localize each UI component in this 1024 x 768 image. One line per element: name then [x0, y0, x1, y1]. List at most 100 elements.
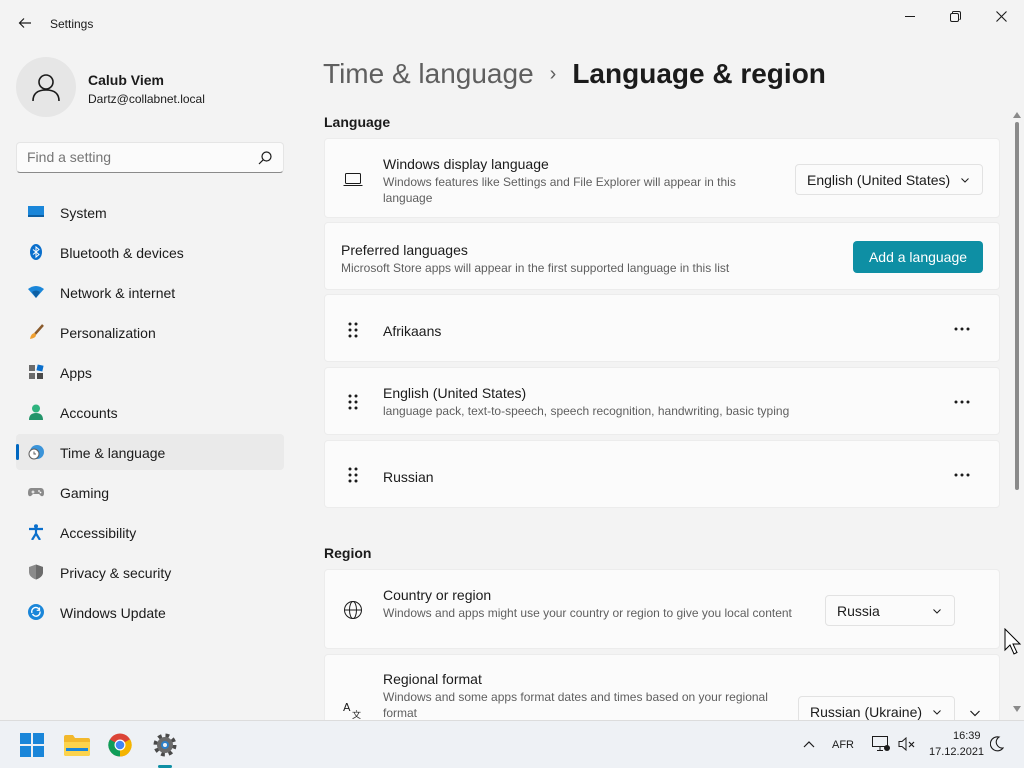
sidebar-item-privacy-security[interactable]: Privacy & security [16, 554, 284, 590]
language-name: English (United States) [383, 385, 527, 401]
scroll-down-icon[interactable] [1013, 706, 1021, 712]
wifi-icon [28, 284, 44, 300]
preferred-languages-desc: Microsoft Store apps will appear in the … [341, 261, 730, 275]
display-language-title: Windows display language [383, 156, 549, 172]
scroll-up-icon[interactable] [1013, 112, 1021, 118]
breadcrumb-chevron-icon: › [549, 62, 557, 85]
bluetooth-icon [28, 244, 44, 260]
regional-format-value: Russian (Ukraine) [810, 704, 923, 720]
monitor-icon [28, 204, 44, 220]
sidebar-nav: System Bluetooth & devices Network & int… [16, 194, 284, 634]
search-input[interactable] [27, 149, 247, 165]
sidebar-item-bluetooth-devices[interactable]: Bluetooth & devices [16, 234, 284, 270]
country-region-value: Russia [837, 603, 880, 619]
shield-icon [28, 564, 44, 580]
avatar [16, 57, 76, 117]
search-icon[interactable] [257, 150, 273, 166]
language-item-russian[interactable]: Russian [324, 440, 1000, 508]
breadcrumb-parent[interactable]: Time & language [323, 58, 534, 90]
language-item-english[interactable]: English (United States) language pack, t… [324, 367, 1000, 435]
sidebar-item-network-internet[interactable]: Network & internet [16, 274, 284, 310]
more-options-icon[interactable] [953, 326, 971, 332]
show-hidden-icons-chevron-icon[interactable] [803, 740, 815, 748]
regional-format-desc: Windows and some apps format dates and t… [383, 690, 768, 720]
sidebar-item-windows-update[interactable]: Windows Update [16, 594, 284, 630]
sidebar-item-gaming[interactable]: Gaming [16, 474, 284, 510]
more-options-icon[interactable] [953, 472, 971, 478]
input-language-indicator[interactable]: AFR [832, 739, 854, 751]
regional-format-title: Regional format [383, 671, 482, 687]
display-language-desc: Windows features like Settings and File … [383, 175, 736, 205]
settings-gear-icon[interactable] [151, 731, 179, 759]
sidebar-item-personalization[interactable]: Personalization [16, 314, 284, 350]
expand-chevron-icon[interactable] [969, 707, 981, 719]
display-language-card: Windows display language Windows feature… [324, 138, 1000, 218]
regional-format-icon: A文 [343, 699, 363, 719]
scroll-thumb[interactable] [1015, 122, 1019, 490]
apps-icon [28, 364, 44, 380]
person-avatar-icon [32, 74, 60, 102]
more-options-icon[interactable] [953, 399, 971, 405]
back-button[interactable] [14, 12, 36, 34]
drag-handle-icon[interactable] [345, 321, 361, 341]
taskbar: AFR 16:39 17.12.2021 [0, 720, 1024, 768]
display-language-value: English (United States) [807, 172, 951, 188]
network-icon[interactable] [872, 736, 890, 752]
search-box[interactable] [16, 142, 284, 173]
update-icon [28, 604, 44, 620]
chevron-down-icon [961, 178, 969, 183]
volume-muted-icon[interactable] [898, 737, 916, 751]
chevron-down-icon [933, 609, 941, 614]
region-section-title: Region [324, 545, 372, 561]
close-icon [995, 10, 1007, 22]
user-name: Calub Viem [88, 72, 164, 88]
mouse-cursor-icon [1004, 628, 1022, 655]
country-region-card: Country or region Windows and apps might… [324, 569, 1000, 649]
sidebar-item-system[interactable]: System [16, 194, 284, 230]
language-features: language pack, text-to-speech, speech re… [383, 404, 790, 418]
language-item-afrikaans[interactable]: Afrikaans [324, 294, 1000, 362]
svg-text:文: 文 [352, 709, 361, 719]
sidebar-item-time-language[interactable]: Time & language [16, 434, 284, 470]
clock-time[interactable]: 16:39 [953, 730, 981, 742]
breadcrumb: Time & language › Language & region [323, 58, 826, 90]
drag-handle-icon[interactable] [345, 393, 361, 413]
minimize-icon [905, 16, 915, 17]
svg-text:A: A [343, 701, 351, 714]
country-region-title: Country or region [383, 587, 492, 603]
drag-handle-icon[interactable] [345, 466, 361, 486]
preferred-languages-title: Preferred languages [341, 242, 468, 258]
language-section-title: Language [324, 114, 391, 130]
globe-icon [343, 600, 363, 620]
sidebar-item-accounts[interactable]: Accounts [16, 394, 284, 430]
chevron-down-icon [933, 710, 941, 715]
accessibility-icon [28, 524, 44, 540]
brush-icon [28, 324, 44, 340]
title-bar: Settings [0, 0, 1024, 48]
preferred-languages-card: Preferred languages Microsoft Store apps… [324, 222, 1000, 290]
person-icon [28, 404, 44, 420]
chrome-icon[interactable] [106, 731, 134, 759]
user-email: Dartz@collabnet.local [88, 92, 205, 106]
notifications-moon-icon[interactable] [990, 736, 1004, 752]
close-button[interactable] [978, 4, 1024, 28]
windows-start-icon[interactable] [18, 731, 46, 759]
gamepad-icon [28, 484, 44, 500]
user-profile[interactable]: Calub Viem Dartz@collabnet.local [16, 57, 205, 117]
minimize-button[interactable] [887, 4, 933, 28]
restore-button[interactable] [932, 4, 978, 28]
sidebar-item-accessibility[interactable]: Accessibility [16, 514, 284, 550]
page-title: Language & region [572, 58, 826, 89]
sidebar-item-apps[interactable]: Apps [16, 354, 284, 390]
country-region-dropdown[interactable]: Russia [825, 595, 955, 626]
file-explorer-icon[interactable] [63, 731, 91, 759]
clock-globe-icon [28, 444, 44, 460]
app-title: Settings [50, 17, 94, 31]
restore-icon [949, 10, 961, 22]
language-name: Afrikaans [383, 323, 442, 339]
language-name: Russian [383, 469, 434, 485]
clock-date[interactable]: 17.12.2021 [929, 746, 984, 758]
laptop-icon [343, 169, 363, 189]
add-language-button[interactable]: Add a language [853, 241, 983, 273]
display-language-dropdown[interactable]: English (United States) [795, 164, 983, 195]
